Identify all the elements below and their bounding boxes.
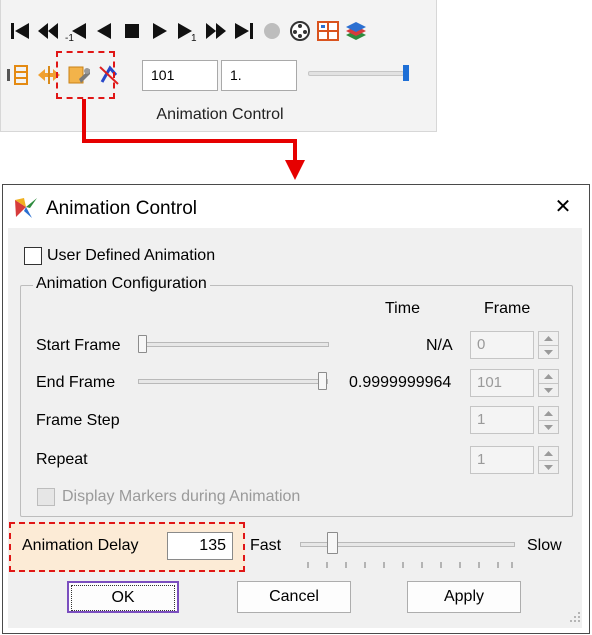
end-frame-slider-thumb[interactable]: [318, 372, 327, 390]
svg-text:1: 1: [191, 33, 197, 41]
ok-button[interactable]: OK: [67, 581, 179, 613]
skip-to-start-icon[interactable]: [6, 16, 34, 46]
resize-grip-icon[interactable]: [568, 610, 582, 624]
panel-caption: Animation Control: [156, 106, 284, 123]
step-forward-icon[interactable]: 1: [174, 16, 202, 46]
end-frame-input[interactable]: 101: [470, 369, 534, 397]
spin-down-icon[interactable]: [539, 345, 558, 359]
start-frame-slider-thumb[interactable]: [138, 335, 147, 353]
frame-step-input[interactable]: 1: [470, 406, 534, 434]
ok-button-label: OK: [71, 585, 175, 611]
animation-delay-label: Animation Delay: [22, 537, 139, 554]
highlight-animation-control-button: [56, 51, 115, 99]
grid-settings-icon[interactable]: [314, 16, 342, 46]
spin-up-icon[interactable]: [539, 447, 558, 460]
play-reverse-icon[interactable]: [90, 16, 118, 46]
spin-up-icon[interactable]: [539, 407, 558, 420]
record-icon[interactable]: [258, 16, 286, 46]
end-frame-spinner[interactable]: [538, 369, 559, 397]
user-defined-checkbox[interactable]: [24, 247, 42, 265]
playback-toolbar: -1 1: [6, 14, 370, 48]
fast-forward-icon[interactable]: [202, 16, 230, 46]
cancel-button[interactable]: Cancel: [237, 581, 351, 613]
frame-step-label: Frame Step: [36, 412, 120, 429]
group-title: Animation Configuration: [33, 275, 210, 293]
start-frame-input[interactable]: 0: [470, 331, 534, 359]
spin-down-icon[interactable]: [539, 460, 558, 474]
apply-button[interactable]: Apply: [407, 581, 521, 613]
animation-delay-input[interactable]: 135: [167, 532, 233, 560]
layers-icon[interactable]: [342, 16, 370, 46]
frame-field[interactable]: 101: [142, 60, 218, 91]
end-frame-slider-track[interactable]: [138, 379, 328, 384]
start-frame-spinner[interactable]: [538, 331, 559, 359]
callout-arrow-stem: [82, 99, 86, 142]
delay-slider-thumb[interactable]: [327, 532, 338, 554]
dialog-title: Animation Control: [46, 198, 198, 219]
callout-arrowhead-icon: [285, 160, 305, 180]
toolbar-slider-track[interactable]: [308, 71, 404, 76]
frame-column-header: Frame: [484, 300, 531, 317]
frame-step-spinner[interactable]: [538, 406, 559, 434]
display-markers-checkbox[interactable]: [37, 488, 55, 506]
time-column-header: Time: [385, 300, 420, 317]
user-defined-label: User Defined Animation: [47, 247, 216, 264]
frame-range-icon[interactable]: [6, 60, 32, 90]
spin-up-icon[interactable]: [539, 332, 558, 345]
callout-arrow-horizontal: [82, 139, 296, 143]
start-time-value: N/A: [426, 337, 453, 354]
close-icon[interactable]: ✕: [549, 193, 577, 221]
repeat-spinner[interactable]: [538, 446, 559, 474]
end-time-value: 0.9999999964: [349, 374, 452, 391]
svg-text:-1: -1: [65, 33, 74, 41]
play-icon[interactable]: [146, 16, 174, 46]
slow-label: Slow: [527, 537, 562, 554]
step-back-icon[interactable]: -1: [62, 16, 90, 46]
fast-rewind-icon[interactable]: [34, 16, 62, 46]
end-frame-label: End Frame: [36, 374, 116, 391]
skip-to-end-icon[interactable]: [230, 16, 258, 46]
time-field[interactable]: 1.: [221, 60, 297, 91]
toolbar-slider-thumb[interactable]: [403, 65, 409, 81]
fast-label: Fast: [250, 537, 282, 554]
stop-icon[interactable]: [118, 16, 146, 46]
film-reel-icon[interactable]: [286, 16, 314, 46]
spin-up-icon[interactable]: [539, 370, 558, 383]
app-logo-icon: [15, 198, 37, 218]
animation-configuration-group: [20, 285, 573, 517]
repeat-input[interactable]: 1: [470, 446, 534, 474]
delay-slider-ticks: [307, 562, 513, 568]
start-frame-slider-track[interactable]: [140, 342, 329, 347]
display-markers-label: Display Markers during Animation: [62, 488, 301, 505]
spin-down-icon[interactable]: [539, 420, 558, 434]
spin-down-icon[interactable]: [539, 383, 558, 397]
repeat-label: Repeat: [36, 451, 88, 468]
start-frame-label: Start Frame: [36, 337, 121, 354]
